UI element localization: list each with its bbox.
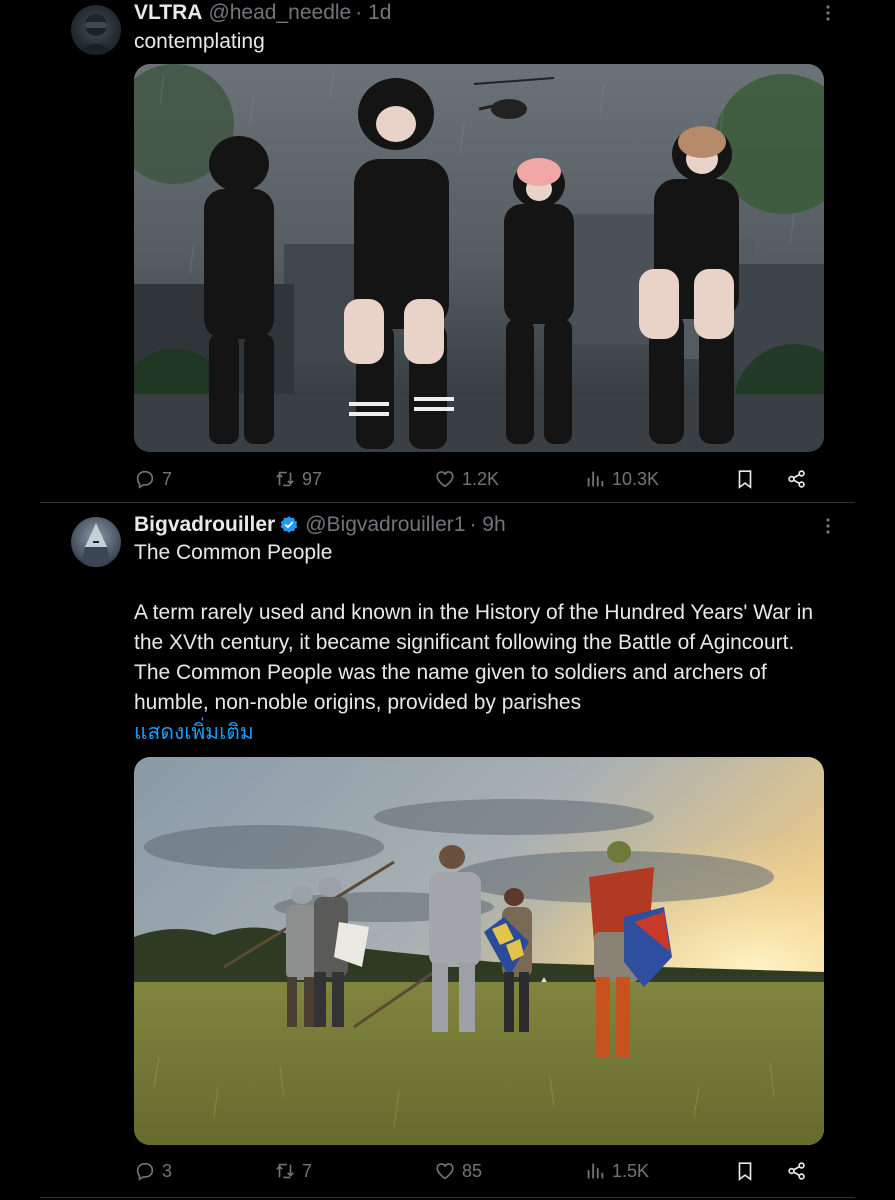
tweet-text: contemplating (134, 30, 265, 53)
bookmark-button[interactable] (734, 464, 762, 494)
share-button[interactable] (786, 464, 814, 494)
show-more-link[interactable]: แสดงเพิ่มเติม (134, 718, 824, 748)
tweet-actions: 7 97 1.2K 10.3K (134, 464, 824, 494)
avatar[interactable] (71, 517, 121, 567)
retweet-button[interactable]: 7 (274, 1156, 312, 1186)
like-count: 1.2K (462, 468, 500, 489)
author-handle[interactable]: @head_needle (208, 1, 351, 25)
bookmark-button[interactable] (734, 1156, 762, 1186)
tweet-divider (40, 1197, 855, 1198)
tweet-image[interactable] (134, 64, 824, 452)
views-button[interactable]: 10.3K (584, 464, 659, 494)
tweet-time[interactable]: · 1d (355, 1, 391, 25)
bookmark-icon (738, 1162, 752, 1181)
tweet-time[interactable]: · 9h (469, 513, 505, 537)
tweet-title-line: The Common People (134, 541, 333, 564)
tweet-text: The Common People A term rarely used and… (134, 538, 824, 748)
avatar-image (81, 523, 111, 567)
tweet-image[interactable] (134, 757, 824, 1145)
tweet-body: A term rarely used and known in the Hist… (134, 601, 814, 714)
share-button[interactable] (786, 1156, 814, 1186)
like-button[interactable]: 85 (434, 1156, 482, 1186)
tweet-actions: 3 7 85 1.5K (134, 1156, 824, 1186)
views-count: 1.5K (612, 1160, 650, 1181)
views-count: 10.3K (612, 468, 660, 489)
share-icon (788, 1162, 805, 1180)
like-icon (436, 471, 454, 488)
author-name[interactable]: VLTRA (134, 1, 202, 25)
reply-button[interactable]: 3 (134, 1156, 172, 1186)
retweet-button[interactable]: 97 (274, 464, 322, 494)
tweet-2[interactable]: Bigvadrouiller @Bigvadrouiller1 · 9h The… (0, 503, 895, 1200)
more-icon[interactable] (818, 3, 838, 23)
views-icon (587, 1163, 604, 1179)
verified-badge-icon (280, 516, 298, 533)
reply-count: 7 (162, 468, 173, 489)
retweet-icon (276, 471, 294, 487)
tweet-1[interactable]: VLTRA @head_needle · 1d contemplating 7 … (0, 0, 895, 502)
share-icon (788, 470, 805, 488)
more-icon[interactable] (818, 516, 838, 536)
like-button[interactable]: 1.2K (434, 464, 499, 494)
reply-button[interactable]: 7 (134, 464, 172, 494)
avatar-image (77, 14, 115, 55)
retweet-icon (276, 1163, 294, 1179)
views-icon (587, 471, 604, 487)
retweet-count: 97 (302, 468, 323, 489)
reply-icon (136, 1162, 154, 1181)
author-name[interactable]: Bigvadrouiller (134, 513, 275, 537)
avatar[interactable] (71, 5, 121, 55)
bookmark-icon (738, 470, 752, 489)
reply-count: 3 (162, 1160, 173, 1181)
like-icon (436, 1163, 454, 1180)
retweet-count: 7 (302, 1160, 313, 1181)
like-count: 85 (462, 1160, 483, 1181)
views-button[interactable]: 1.5K (584, 1156, 649, 1186)
author-handle[interactable]: @Bigvadrouiller1 (305, 513, 465, 537)
reply-icon (136, 470, 154, 489)
